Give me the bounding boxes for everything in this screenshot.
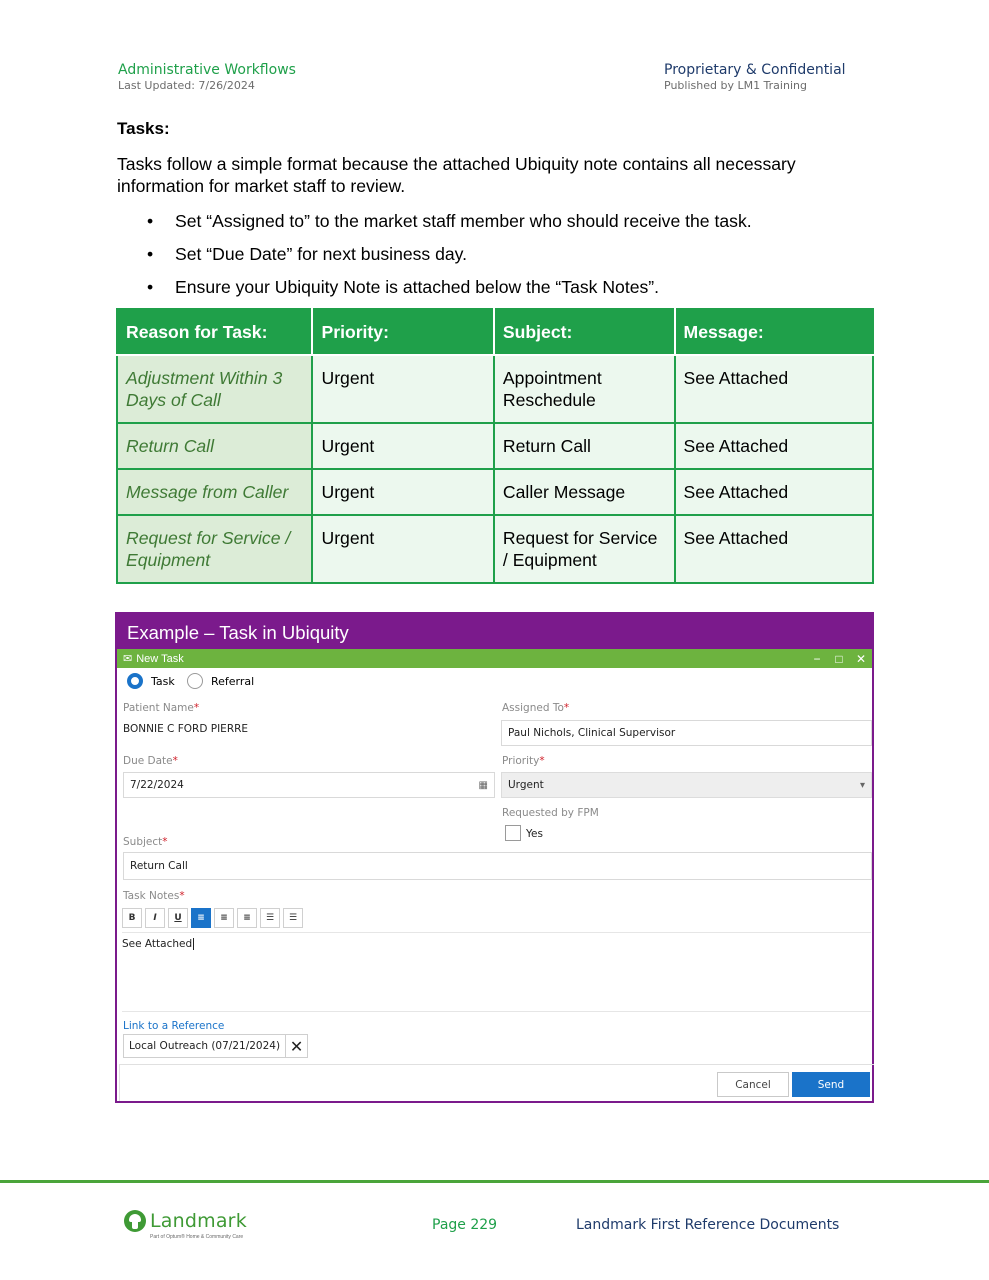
- landmark-leaf-icon: [124, 1210, 146, 1232]
- table-row: Request for Service / Equipment Urgent R…: [115, 514, 875, 584]
- section-title: Tasks:: [117, 119, 170, 138]
- requested-by-label: Requested by FPM: [502, 807, 599, 819]
- task-notes-label: Task Notes*: [123, 890, 185, 902]
- section-intro: Tasks follow a simple format because the…: [117, 154, 796, 196]
- table-cell: See Attached: [673, 514, 875, 584]
- radio-task[interactable]: Task: [127, 673, 175, 689]
- task-reasons-table: Reason for Task: Priority: Subject: Mess…: [115, 308, 875, 584]
- table-row: Return Call Urgent Return Call See Attac…: [115, 422, 875, 470]
- editor-toolbar: B I U ≡ ≡ ≡ ☰ ☰: [122, 908, 306, 928]
- minimize-icon[interactable]: −: [806, 652, 828, 666]
- footer-doc-name: Landmark First Reference Documents: [576, 1217, 840, 1233]
- header-left: Administrative Workflows Last Updated: 7…: [118, 61, 296, 93]
- bullet-list-button[interactable]: ☰: [260, 908, 280, 928]
- send-button[interactable]: Send: [792, 1072, 870, 1097]
- table-cell: Caller Message: [492, 468, 676, 516]
- table-cell: Message from Caller: [115, 468, 314, 516]
- list-item: Set “Assigned to” to the market staff me…: [147, 210, 752, 243]
- table-header: Priority:: [311, 308, 495, 356]
- task-app-icon: ✉: [123, 653, 133, 665]
- remove-reference-icon[interactable]: ✕: [285, 1035, 307, 1057]
- due-date-label: Due Date*: [123, 755, 178, 767]
- header-doc-title: Administrative Workflows: [118, 62, 296, 78]
- window-title-bar: ✉ New Task − □ ✕: [117, 649, 872, 668]
- task-notes-editor[interactable]: See Attached: [122, 932, 871, 1012]
- table-cell: Urgent: [311, 514, 495, 584]
- list-item: Set “Due Date” for next business day.: [147, 243, 752, 276]
- new-task-form: Task Referral Patient Name* BONNIE C FOR…: [117, 668, 874, 1101]
- table-cell: Request for Service / Equipment: [492, 514, 676, 584]
- table-cell: Urgent: [311, 468, 495, 516]
- bold-button[interactable]: B: [122, 908, 142, 928]
- italic-button[interactable]: I: [145, 908, 165, 928]
- window-title: New Task: [136, 652, 184, 665]
- table-cell: Return Call: [115, 422, 314, 470]
- yes-label: Yes: [526, 828, 543, 840]
- calendar-icon[interactable]: ▦: [479, 780, 488, 791]
- requested-by-checkbox[interactable]: [505, 825, 521, 841]
- table-cell: Adjustment Within 3 Days of Call: [115, 354, 314, 424]
- table-cell: Appointment Reschedule: [492, 354, 676, 424]
- align-center-button[interactable]: ≡: [214, 908, 234, 928]
- subject-label: Subject*: [123, 836, 168, 848]
- table-cell: See Attached: [673, 422, 875, 470]
- align-left-button[interactable]: ≡: [191, 908, 211, 928]
- footer-divider: [0, 1180, 989, 1183]
- priority-label: Priority*: [502, 755, 545, 767]
- header-publisher: Published by LM1 Training: [664, 79, 807, 92]
- table-header-row: Reason for Task: Priority: Subject: Mess…: [115, 308, 875, 356]
- subject-field[interactable]: Return Call: [123, 852, 872, 880]
- table-header: Reason for Task:: [115, 308, 314, 356]
- underline-button[interactable]: U: [168, 908, 188, 928]
- radio-unselected-icon: [187, 673, 203, 689]
- align-right-button[interactable]: ≡: [237, 908, 257, 928]
- table-cell: Request for Service / Equipment: [115, 514, 314, 584]
- radio-referral[interactable]: Referral: [187, 673, 254, 689]
- header-confidential: Proprietary & Confidential: [664, 62, 846, 78]
- radio-task-label: Task: [151, 674, 175, 688]
- instruction-list: Set “Assigned to” to the market staff me…: [147, 210, 752, 309]
- header-last-updated: Last Updated: 7/26/2024: [118, 79, 255, 92]
- link-to-reference[interactable]: Link to a Reference: [123, 1020, 224, 1032]
- text-cursor: [193, 938, 195, 950]
- logo-tagline: Part of Optum® Home & Community Care: [150, 1234, 244, 1240]
- reference-tag: Local Outreach (07/21/2024) ✕: [123, 1034, 309, 1058]
- table-row: Adjustment Within 3 Days of Call Urgent …: [115, 354, 875, 424]
- table-header: Message:: [673, 308, 875, 356]
- assigned-to-label: Assigned To*: [502, 702, 570, 714]
- numbered-list-button[interactable]: ☰: [283, 908, 303, 928]
- radio-referral-label: Referral: [211, 674, 255, 688]
- table-cell: Urgent: [311, 354, 495, 424]
- assigned-to-field[interactable]: Paul Nichols, Clinical Supervisor: [501, 720, 872, 746]
- maximize-icon[interactable]: □: [828, 652, 850, 666]
- radio-selected-icon: [127, 673, 143, 689]
- cancel-button[interactable]: Cancel: [717, 1072, 789, 1097]
- header-right: Proprietary & Confidential Published by …: [664, 61, 846, 93]
- table-row: Message from Caller Urgent Caller Messag…: [115, 468, 875, 516]
- page-number: Page 229: [432, 1217, 498, 1233]
- chevron-down-icon: ▾: [859, 779, 865, 791]
- table-cell: See Attached: [673, 468, 875, 516]
- table-cell: Return Call: [492, 422, 676, 470]
- example-title: Example – Task in Ubiquity: [117, 614, 872, 649]
- patient-name-label: Patient Name*: [123, 702, 200, 714]
- list-item: Ensure your Ubiquity Note is attached be…: [147, 276, 752, 309]
- close-icon[interactable]: ✕: [850, 652, 872, 666]
- patient-name-value: BONNIE C FORD PIERRE: [123, 723, 249, 735]
- landmark-logo: Landmark: [124, 1210, 247, 1232]
- priority-select[interactable]: Urgent ▾: [501, 772, 872, 798]
- table-header: Subject:: [492, 308, 676, 356]
- due-date-field[interactable]: 7/22/2024 ▦: [123, 772, 495, 798]
- table-cell: See Attached: [673, 354, 875, 424]
- table-cell: Urgent: [311, 422, 495, 470]
- example-panel: Example – Task in Ubiquity ✉ New Task − …: [115, 612, 874, 1103]
